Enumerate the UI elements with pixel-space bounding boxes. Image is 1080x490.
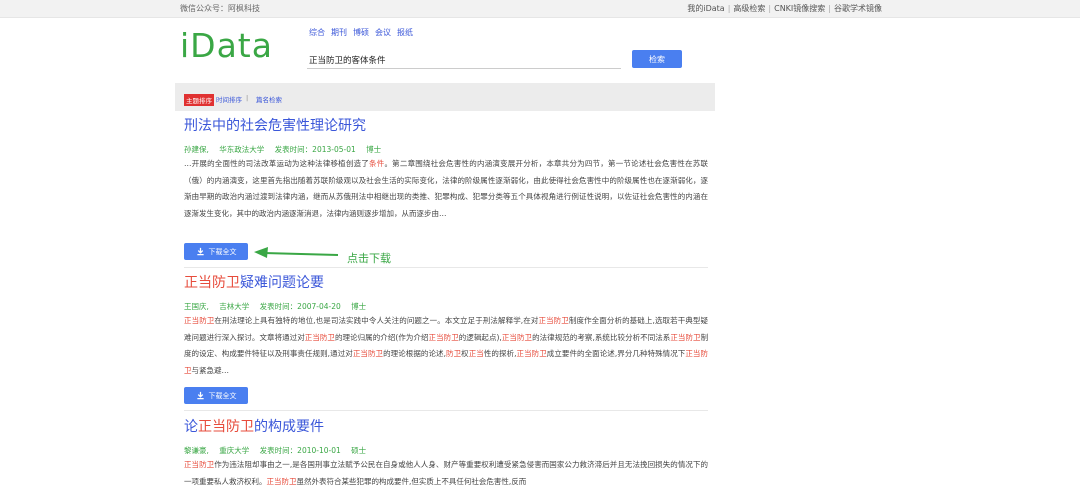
download-icon	[196, 247, 204, 256]
result-divider	[184, 410, 708, 411]
download-icon	[196, 391, 204, 400]
result-meta: 王国庆, 吉林大学 发表时间：2007-04-20 博士	[184, 302, 708, 312]
download-label: 下载全文	[208, 391, 237, 400]
google-scholar-mirror-link[interactable]: 谷歌学术镜像	[834, 3, 882, 14]
sort-bar: 主题排序 时间排序 | 篇名检索	[175, 83, 715, 111]
advanced-search-link[interactable]: 高级检索	[733, 3, 765, 14]
result-title[interactable]: 论正当防卫的构成要件	[184, 418, 708, 436]
tab-thesis[interactable]: 博硕	[353, 27, 369, 38]
result-item: 刑法中的社会危害性理论研究 孙建保, 华东政法大学 发表时间：2013-05-0…	[184, 117, 708, 222]
result-abstract: …开展的全面性的司法改革运动为这种法律移植创造了条件。第二章围绕社会危害性的内涵…	[184, 159, 709, 218]
result-degree: 博士	[351, 302, 367, 311]
result-degree: 硕士	[351, 446, 367, 455]
result-abstract: 正当防卫在刑法理论上具有独特的地位,也是司法实践中令人关注的问题之一。本文立足于…	[184, 316, 709, 375]
download-label: 下载全文	[208, 247, 237, 256]
result-date: 发表时间：2010-10-01	[259, 446, 341, 455]
category-tabs: 综合 期刊 博硕 会议 报纸	[309, 27, 419, 38]
result-date: 发表时间：2013-05-01	[274, 145, 356, 154]
search-button[interactable]: 检索	[632, 50, 682, 68]
wechat-account-text: 微信公众号：阿枫科技	[180, 4, 260, 13]
annotation-arrow-icon	[254, 247, 339, 258]
tab-newspaper[interactable]: 报纸	[397, 27, 413, 38]
search-input[interactable]	[307, 51, 621, 69]
result-school: 重庆大学	[219, 446, 250, 455]
result-date: 发表时间：2007-04-20	[259, 302, 341, 311]
result-title[interactable]: 刑法中的社会危害性理论研究	[184, 117, 708, 135]
tab-journal[interactable]: 期刊	[331, 27, 347, 38]
result-meta: 黎谦豪, 重庆大学 发表时间：2010-10-01 硕士	[184, 446, 708, 456]
sort-by-time[interactable]: 时间排序	[216, 94, 242, 104]
sort-separator: |	[246, 94, 249, 102]
result-author: 黎谦豪,	[184, 446, 209, 455]
top-bar: 微信公众号：阿枫科技 我的iData | 高级检索 | CNKI镜像搜索 | 谷…	[0, 0, 1080, 18]
sort-by-topic[interactable]: 主题排序	[184, 94, 214, 106]
result-author: 王国庆,	[184, 302, 209, 311]
result-school: 吉林大学	[219, 302, 250, 311]
result-title[interactable]: 正当防卫疑难问题论要	[184, 274, 708, 292]
download-button[interactable]: 下载全文	[184, 243, 248, 260]
result-school: 华东政法大学	[219, 145, 265, 154]
result-divider	[184, 267, 708, 268]
title-search-option[interactable]: 篇名检索	[256, 94, 282, 104]
top-links: 我的iData | 高级检索 | CNKI镜像搜索 | 谷歌学术镜像	[687, 3, 882, 14]
click-download-annotation: 点击下载	[347, 252, 391, 265]
result-meta: 孙建保, 华东政法大学 发表时间：2013-05-01 博士	[184, 145, 708, 155]
cnki-mirror-link[interactable]: CNKI镜像搜索	[774, 3, 825, 14]
result-degree: 博士	[366, 145, 382, 154]
tab-all[interactable]: 综合	[309, 27, 325, 38]
result-abstract: 正当防卫作为违法阻却事由之一,是各国刑事立法赋予公民在自身或他人人身、财产等重要…	[184, 460, 709, 486]
my-idata-link[interactable]: 我的iData	[687, 3, 724, 14]
tab-conference[interactable]: 会议	[375, 27, 391, 38]
download-button[interactable]: 下载全文	[184, 387, 248, 404]
result-item: 论正当防卫的构成要件 黎谦豪, 重庆大学 发表时间：2010-10-01 硕士 …	[184, 418, 708, 490]
result-item: 正当防卫疑难问题论要 王国庆, 吉林大学 发表时间：2007-04-20 博士 …	[184, 274, 708, 379]
result-author: 孙建保,	[184, 145, 209, 154]
idata-logo[interactable]: iData	[180, 26, 273, 65]
